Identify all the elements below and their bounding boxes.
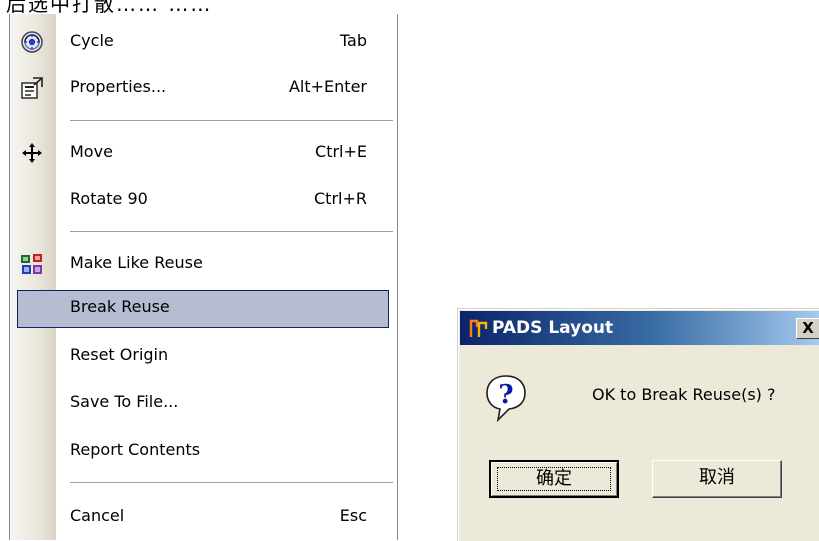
menu-item-label: Break Reuse	[70, 297, 170, 316]
menu-item-shortcut: Esc	[339, 506, 367, 525]
svg-text:?: ?	[498, 380, 513, 410]
menu-separator	[70, 120, 393, 122]
menu-item-cancel[interactable]: Cancel Esc	[10, 493, 397, 541]
cycle-icon	[21, 31, 43, 53]
menu-item-label: Cancel	[70, 506, 125, 525]
top-text-fragment: 后选中打散…… …… ……	[0, 0, 260, 14]
menu-item-save-to-file[interactable]: Save To File...	[10, 379, 397, 427]
move-icon	[22, 143, 42, 163]
menu-item-label: Report Contents	[70, 440, 201, 459]
menu-separator	[70, 231, 393, 233]
menu-item-label: Make Like Reuse	[70, 253, 203, 272]
menu-item-label: Save To File...	[70, 392, 179, 411]
menu-item-shortcut: Tab	[339, 31, 367, 50]
menu-item-rotate-90[interactable]: Rotate 90 Ctrl+R	[10, 176, 397, 224]
cancel-button-label: 取消	[699, 467, 735, 488]
ok-button-label: 确定	[536, 468, 572, 489]
menu-item-cycle[interactable]: Cycle Tab	[10, 18, 397, 66]
menu-item-label: Reset Origin	[70, 345, 169, 364]
question-icon: ?	[486, 375, 526, 423]
menu-separator	[70, 482, 393, 484]
menu-item-label: Move	[70, 142, 113, 161]
pads-layout-dialog: PADS Layout X ? OK to Break Reuse(s) ? 确…	[457, 308, 819, 541]
dialog-message: OK to Break Reuse(s) ?	[592, 385, 776, 404]
menu-item-reset-origin[interactable]: Reset Origin	[10, 332, 397, 380]
menu-item-shortcut: Alt+Enter	[288, 77, 367, 96]
menu-item-shortcut: Ctrl+E	[315, 142, 367, 161]
menu-item-label: Properties...	[70, 77, 167, 96]
make-like-reuse-icon	[21, 254, 42, 274]
context-menu: Cycle Tab Properties... Alt+Enter Move C…	[9, 14, 398, 540]
close-button[interactable]: X	[796, 318, 819, 339]
cancel-button[interactable]: 取消	[652, 460, 782, 498]
pads-logo-icon	[469, 319, 488, 337]
ok-button[interactable]: 确定	[489, 460, 619, 498]
menu-item-shortcut: Ctrl+R	[314, 189, 367, 208]
menu-item-make-like-reuse[interactable]: Make Like Reuse	[10, 240, 397, 288]
menu-item-move[interactable]: Move Ctrl+E	[10, 129, 397, 177]
top-fragment-text: 后选中打散…… …… ……	[6, 0, 213, 14]
menu-item-properties[interactable]: Properties... Alt+Enter	[10, 64, 397, 112]
close-icon: X	[802, 319, 814, 337]
dialog-titlebar[interactable]: PADS Layout X	[460, 311, 819, 345]
menu-item-break-reuse[interactable]: Break Reuse	[10, 286, 397, 334]
menu-item-label: Rotate 90	[70, 189, 148, 208]
properties-icon	[21, 77, 43, 99]
dialog-title: PADS Layout	[492, 318, 614, 338]
menu-item-label: Cycle	[70, 31, 114, 50]
menu-item-report-contents[interactable]: Report Contents	[10, 427, 397, 475]
